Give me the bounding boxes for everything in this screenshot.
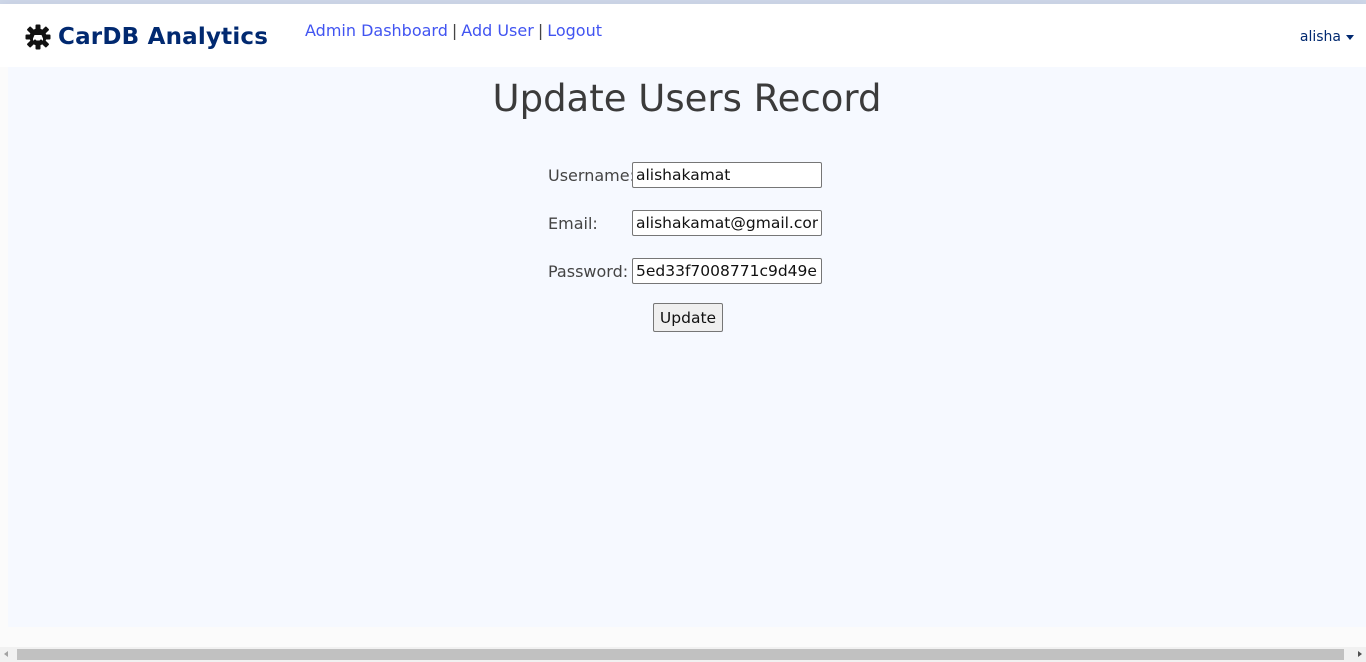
nav-separator: | xyxy=(451,21,458,40)
brand-name: CarDB Analytics xyxy=(58,24,269,50)
nav-separator: | xyxy=(537,21,544,40)
left-gutter xyxy=(0,67,8,627)
scrollbar-thumb[interactable] xyxy=(17,649,1344,660)
horizontal-scrollbar[interactable] xyxy=(0,647,1366,662)
password-input[interactable] xyxy=(632,258,822,284)
top-nav-links: Admin Dashboard | Add User | Logout xyxy=(305,21,602,40)
nav-link-add-user[interactable]: Add User xyxy=(461,21,534,40)
update-button[interactable]: Update xyxy=(653,303,723,332)
email-label: Email: xyxy=(548,213,598,233)
scroll-left-arrow-icon[interactable] xyxy=(4,651,8,657)
email-input[interactable] xyxy=(632,210,822,236)
scroll-right-arrow-icon[interactable] xyxy=(1358,651,1362,657)
username-input[interactable] xyxy=(632,162,822,188)
gear-car-icon xyxy=(24,23,52,51)
nav-link-logout[interactable]: Logout xyxy=(547,21,602,40)
page-title: Update Users Record xyxy=(492,77,882,120)
user-menu-label: alisha xyxy=(1299,29,1341,45)
user-menu-dropdown[interactable]: alisha xyxy=(1300,29,1354,45)
top-navbar: CarDB Analytics Admin Dashboard | Add User… xyxy=(0,4,1366,67)
email-row: Email: xyxy=(548,208,822,238)
username-row: Username: xyxy=(548,160,822,190)
password-row: Password: xyxy=(548,256,822,286)
page-bottom-area xyxy=(0,627,1366,647)
nav-link-admin-dashboard[interactable]: Admin Dashboard xyxy=(305,21,448,40)
brand-logo-link[interactable]: CarDB Analytics xyxy=(24,20,268,54)
username-label: Username: xyxy=(548,165,635,185)
caret-down-icon xyxy=(1346,34,1354,40)
main-content: Update Users Record Username: Email: Pas… xyxy=(8,67,1366,627)
password-label: Password: xyxy=(548,261,629,281)
